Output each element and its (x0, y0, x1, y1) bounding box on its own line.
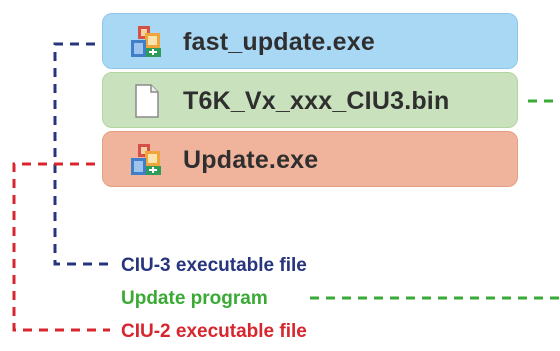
ciu3-label: CIU-3 executable file (121, 255, 307, 276)
file-box-update[interactable]: Update.exe (102, 131, 518, 187)
ciu2-label: CIU-2 executable file (121, 321, 307, 342)
file-name: Update.exe (183, 146, 319, 174)
blank-document-icon (135, 84, 159, 118)
file-name: fast_update.exe (183, 28, 375, 56)
file-box-ciu3-bin[interactable]: T6K_Vx_xxx_CIU3.bin (102, 72, 518, 128)
file-name: T6K_Vx_xxx_CIU3.bin (183, 87, 450, 115)
ciu2-connector (12, 162, 110, 332)
installer-package-icon (131, 26, 161, 57)
update-program-label: Update program (121, 288, 268, 309)
file-box-fast-update[interactable]: fast_update.exe (102, 13, 518, 69)
installer-package-icon (131, 144, 161, 175)
file-diagram: fast_update.exe T6K_Vx_xxx_CIU3.bin Upda… (0, 0, 560, 351)
